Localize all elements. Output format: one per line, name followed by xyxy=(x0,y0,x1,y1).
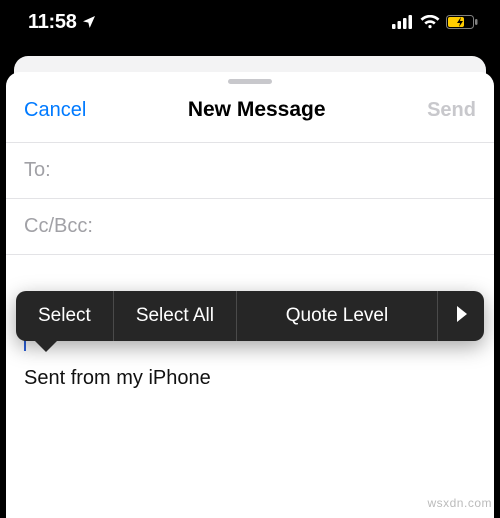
header-fields: To: Cc/Bcc: xyxy=(6,142,494,255)
nav-bar: Cancel New Message Send xyxy=(6,84,494,136)
to-label: To: xyxy=(24,159,51,182)
signal-icon xyxy=(392,15,414,29)
menu-more-button[interactable] xyxy=(438,291,484,341)
status-left: 11:58 xyxy=(28,11,97,34)
status-bar: 11:58 xyxy=(0,0,500,44)
text-context-menu: Select Select All Quote Level xyxy=(16,291,484,341)
chevron-right-icon xyxy=(455,306,467,327)
menu-select-all[interactable]: Select All xyxy=(114,291,236,341)
status-right xyxy=(392,15,478,29)
page-title: New Message xyxy=(188,98,326,122)
status-time: 11:58 xyxy=(28,11,77,34)
menu-select[interactable]: Select xyxy=(16,291,113,341)
menu-tail xyxy=(34,340,58,352)
location-arrow-icon xyxy=(81,14,97,30)
email-signature: Sent from my iPhone xyxy=(24,367,476,390)
battery-charging-icon xyxy=(446,15,478,29)
send-button[interactable]: Send xyxy=(427,99,476,122)
cancel-button[interactable]: Cancel xyxy=(24,99,86,122)
menu-quote-level[interactable]: Quote Level xyxy=(237,291,437,341)
watermark: wsxdn.com xyxy=(427,496,492,510)
ccbcc-field[interactable]: Cc/Bcc: xyxy=(6,199,494,255)
wifi-icon xyxy=(420,15,440,29)
to-field[interactable]: To: xyxy=(6,143,494,199)
ccbcc-label: Cc/Bcc: xyxy=(24,215,93,238)
